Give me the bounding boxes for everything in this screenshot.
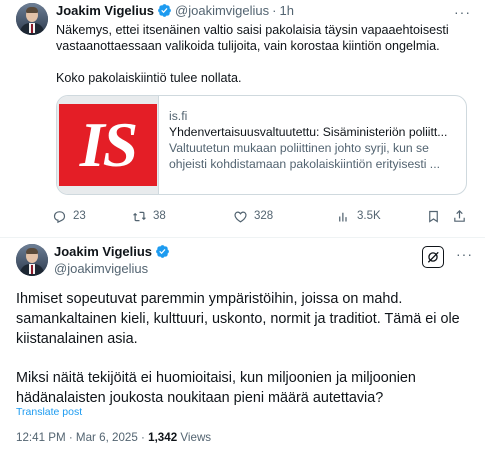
bookmark-icon [429, 210, 438, 223]
more-icon[interactable]: ··· [456, 246, 473, 262]
retweet-icon [133, 211, 146, 221]
tweet-paragraph: Näkemys, ettei itsenäinen valtio saisi p… [56, 23, 449, 53]
share-icon [454, 209, 465, 222]
translate-post-link[interactable]: Translate post [16, 406, 82, 418]
card-title: Yhdenvertaisuusvaltuutettu: Sisäminister… [169, 125, 448, 139]
tweet-header: Joakim Vigelius @joakimvigelius · 1h [56, 3, 294, 18]
share-button[interactable] [452, 209, 473, 224]
tweet-paragraph: Ihmiset sopeutuvat paremmin ympäristöihi… [16, 291, 460, 347]
tweet-text: Ihmiset sopeutuvat paremmin ympäristöihi… [16, 289, 471, 427]
separator-dot: · [141, 431, 145, 444]
reply-count: 23 [73, 210, 86, 222]
tweet-paragraph: Koko pakolaiskiintiö tulee nollata. [56, 71, 242, 85]
separator-dot: · [272, 3, 277, 18]
card-description: Valtuutetun mukaan poliittinen johto syr… [169, 141, 440, 171]
tweet-header: Joakim Vigelius [54, 244, 170, 259]
grok-icon [427, 251, 439, 263]
author-name[interactable]: Joakim Vigelius [56, 3, 154, 18]
avatar[interactable] [16, 3, 48, 35]
tweet-top[interactable]: Joakim Vigelius @joakimvigelius · 1h ···… [0, 0, 485, 238]
reply-icon [53, 210, 66, 223]
views-icon [339, 212, 347, 221]
tweet-time[interactable]: 1h [280, 3, 294, 18]
card-meta: is.fi Yhdenvertaisuusvaltuutettu: Sisämi… [169, 108, 459, 172]
verified-badge-icon [156, 245, 169, 258]
action-bar: 23 38 328 3.5K [52, 206, 472, 226]
card-thumbnail: IS [57, 96, 159, 194]
is-logo: IS [59, 104, 157, 186]
views-count: 1,342 [148, 431, 178, 444]
repost-count: 38 [153, 210, 166, 222]
tweet-meta: 12:41 PM · Mar 6, 2025 · 1,342 Views [16, 431, 211, 444]
avatar[interactable] [16, 244, 48, 276]
verified-badge-icon [158, 4, 171, 17]
bookmark-button[interactable] [426, 209, 447, 224]
like-button[interactable]: 328 [233, 209, 273, 224]
link-card[interactable]: IS is.fi Yhdenvertaisuusvaltuutettu: Sis… [56, 95, 467, 195]
author-handle[interactable]: @joakimvigelius [54, 261, 148, 276]
views-button[interactable]: 3.5K [336, 209, 381, 224]
author-handle[interactable]: @joakimvigelius [175, 3, 269, 18]
views-count: 3.5K [357, 210, 381, 222]
tweet-paragraph: Miksi näitä tekijöitä ei huomioitaisi, k… [16, 370, 416, 406]
grok-button[interactable] [422, 246, 444, 268]
card-domain: is.fi [169, 109, 188, 123]
more-icon[interactable]: ··· [454, 4, 471, 20]
tweet-text: Näkemys, ettei itsenäinen valtio saisi p… [56, 22, 466, 102]
like-count: 328 [254, 210, 274, 222]
tweet-timestamp[interactable]: 12:41 PM · Mar 6, 2025 [16, 431, 138, 444]
views-label: Views [180, 431, 212, 444]
repost-button[interactable]: 38 [132, 209, 166, 224]
author-name[interactable]: Joakim Vigelius [54, 244, 152, 259]
reply-button[interactable]: 23 [52, 209, 86, 224]
tweet-main: Joakim Vigelius @joakimvigelius ··· Ihmi… [0, 238, 485, 463]
like-icon [234, 211, 247, 223]
